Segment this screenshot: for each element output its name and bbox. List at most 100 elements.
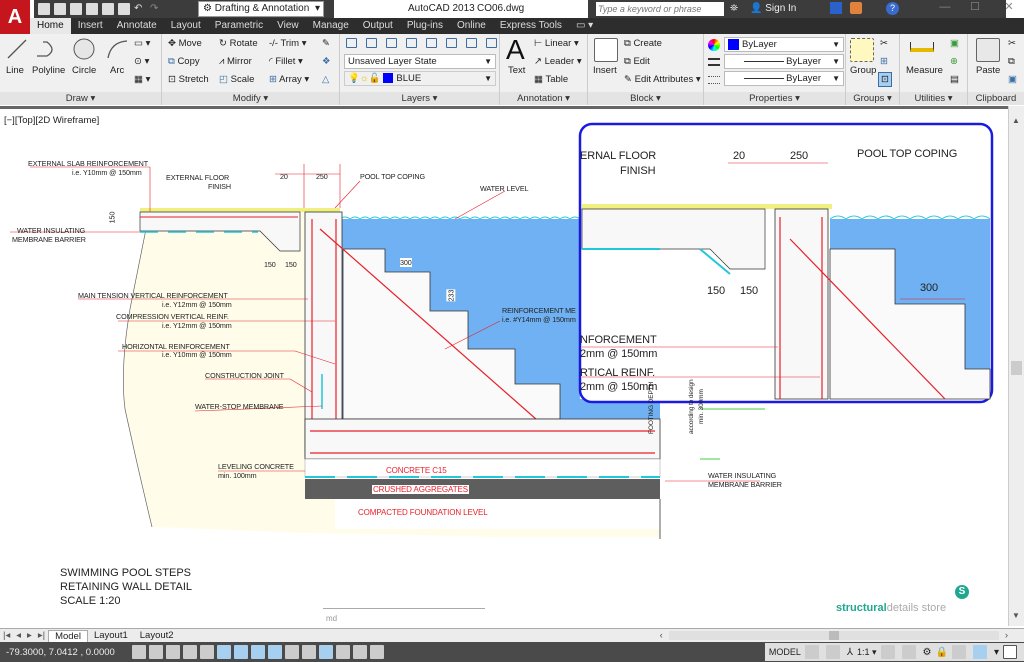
next-tab-icon[interactable]: ▸ (24, 630, 35, 641)
undo-icon[interactable]: ↶ (134, 3, 146, 15)
tab-annotate[interactable]: Annotate (110, 18, 164, 34)
scroll-up-icon[interactable]: ▲ (1012, 116, 1020, 125)
edit-block-button[interactable]: ⧉ Edit (624, 56, 650, 67)
hardware-accel[interactable] (951, 645, 966, 659)
copy-button[interactable]: ⧉ Copy (168, 56, 200, 67)
exchange-icon[interactable] (830, 2, 842, 14)
array-button[interactable]: ⊞ Array ▾ (269, 74, 309, 85)
groups-panel-label[interactable]: Groups ▾ (846, 92, 899, 105)
quick-select-icon[interactable]: ▣ (950, 38, 959, 49)
quick-properties-toggle[interactable] (336, 645, 350, 659)
cut-icon[interactable]: ✂ (1008, 38, 1016, 49)
save-as-icon[interactable] (86, 3, 98, 15)
stretch-button[interactable]: ⊡ Stretch (168, 74, 209, 85)
save-icon[interactable] (70, 3, 82, 15)
text-button[interactable]: Text (508, 65, 525, 76)
layer-properties-icon[interactable] (346, 38, 357, 48)
paste-button[interactable]: Paste (976, 65, 1000, 76)
polar-toggle[interactable] (200, 645, 214, 659)
transparency-toggle[interactable] (319, 645, 333, 659)
binoculars-icon[interactable]: ⛯ (730, 3, 738, 14)
match-properties-icon[interactable]: ▣ (1008, 74, 1017, 85)
ribbon-minimize-icon[interactable]: ▭ ▾ (569, 18, 600, 34)
workspace-switch-icon[interactable]: ⚙ (923, 647, 932, 658)
calculator-icon[interactable]: ▤ (950, 74, 959, 85)
scroll-down-icon[interactable]: ▼ (1012, 611, 1020, 620)
arc-button[interactable]: Arc (110, 65, 124, 76)
line-button[interactable]: Line (6, 65, 24, 76)
ortho-toggle[interactable] (183, 645, 197, 659)
tab-online[interactable]: Online (450, 18, 493, 34)
workspace-dropdown[interactable]: ⚙ Drafting & Annotation ▾ (198, 1, 324, 17)
explode-icon[interactable]: ❖ (322, 56, 331, 67)
create-block-button[interactable]: ⧉ Create (624, 38, 662, 49)
scroll-thumb[interactable] (1011, 361, 1022, 375)
insert-button[interactable]: Insert (593, 65, 617, 76)
layer-dropdown[interactable]: 💡☼🔓 BLUE ▼ (344, 71, 496, 86)
rectangle-button[interactable]: ▭ ▾ (134, 38, 150, 49)
auto-scale[interactable] (901, 645, 916, 659)
close-button[interactable]: ✕ (994, 0, 1024, 16)
move-button[interactable]: ✥ Move (168, 38, 202, 49)
tab-layout[interactable]: Layout (164, 18, 208, 34)
trim-button[interactable]: -/- Trim ▾ (269, 38, 307, 49)
lock-icon[interactable]: 🔒 (936, 647, 948, 658)
mirror-button[interactable]: ⩘ Mirror (219, 56, 252, 67)
tab-plug-ins[interactable]: Plug-ins (400, 18, 450, 34)
group-button[interactable]: Group (850, 65, 876, 76)
measure-button[interactable]: Measure (906, 65, 943, 76)
linetype-dropdown[interactable]: ByLayer ▼ (724, 71, 844, 86)
selection-cycling-toggle[interactable] (353, 645, 367, 659)
table-button[interactable]: ▦ Table (534, 74, 568, 85)
utilities-panel-label[interactable]: Utilities ▾ (900, 92, 967, 105)
layer-match-icon[interactable] (386, 38, 397, 48)
tab-layout2[interactable]: Layout2 (134, 630, 180, 641)
layer-state-icon[interactable] (366, 38, 377, 48)
clipboard-panel-label[interactable]: Clipboard (968, 92, 1024, 105)
3d-osnap-toggle[interactable] (234, 645, 248, 659)
layer-isolate-icon[interactable] (426, 38, 437, 48)
group-edit-icon[interactable]: ⊞ (880, 56, 888, 67)
annotation-visibility[interactable] (880, 645, 895, 659)
scale-button[interactable]: ◰ Scale (219, 74, 254, 85)
sign-in-button[interactable]: 👤 Sign In (750, 3, 796, 14)
command-line[interactable]: md (326, 614, 337, 623)
rotate-button[interactable]: ↻ Rotate (219, 38, 258, 49)
lweight-toggle[interactable] (302, 645, 316, 659)
linear-button[interactable]: ⊢ Linear ▾ (534, 38, 579, 49)
properties-panel-label[interactable]: Properties ▾ (704, 92, 845, 105)
osnap-toggle[interactable] (217, 645, 231, 659)
annotation-scale-dropdown[interactable]: 1:1 ▾ (857, 647, 877, 658)
tab-manage[interactable]: Manage (306, 18, 356, 34)
layer-unisolate-icon[interactable] (446, 38, 457, 48)
autodesk-360-icon[interactable] (850, 2, 862, 14)
isolate-objects[interactable] (972, 645, 987, 659)
group-selection-icon[interactable]: ⊡ (878, 72, 892, 87)
layers-panel-label[interactable]: Layers ▾ (340, 92, 499, 105)
circle-button[interactable]: Circle (72, 65, 96, 76)
new-icon[interactable] (38, 3, 50, 15)
minimize-button[interactable]: — (930, 0, 960, 16)
copy-clip-icon[interactable]: ⧉ (1008, 56, 1015, 67)
annotation-panel-label[interactable]: Annotation ▾ (500, 92, 587, 105)
tab-view[interactable]: View (270, 18, 306, 34)
draw-panel-label[interactable]: Draw ▾ (0, 92, 161, 105)
prev-tab-icon[interactable]: ◂ (13, 630, 24, 641)
model-button[interactable]: MODEL (769, 647, 801, 657)
polyline-button[interactable]: Polyline (32, 65, 65, 76)
ellipse-button[interactable]: ⊙ ▾ (134, 56, 149, 67)
quick-view-layouts[interactable] (804, 645, 819, 659)
vertical-scrollbar[interactable]: ▲ ▼ (1008, 106, 1024, 626)
color-dropdown[interactable]: ByLayer ▼ (724, 37, 844, 52)
print-icon[interactable] (118, 3, 130, 15)
open-icon[interactable] (54, 3, 66, 15)
layer-off-icon[interactable] (486, 38, 497, 48)
search-input[interactable]: Type a keyword or phrase (596, 2, 724, 16)
layer-freeze-icon[interactable] (466, 38, 477, 48)
ungroup-icon[interactable]: ✂ (880, 38, 888, 49)
infer-constraints-toggle[interactable] (132, 645, 146, 659)
block-panel-label[interactable]: Block ▾ (588, 92, 703, 105)
erase-icon[interactable]: ✎ (322, 38, 330, 49)
tab-insert[interactable]: Insert (71, 18, 110, 34)
modify-panel-label[interactable]: Modify ▾ (162, 92, 339, 105)
